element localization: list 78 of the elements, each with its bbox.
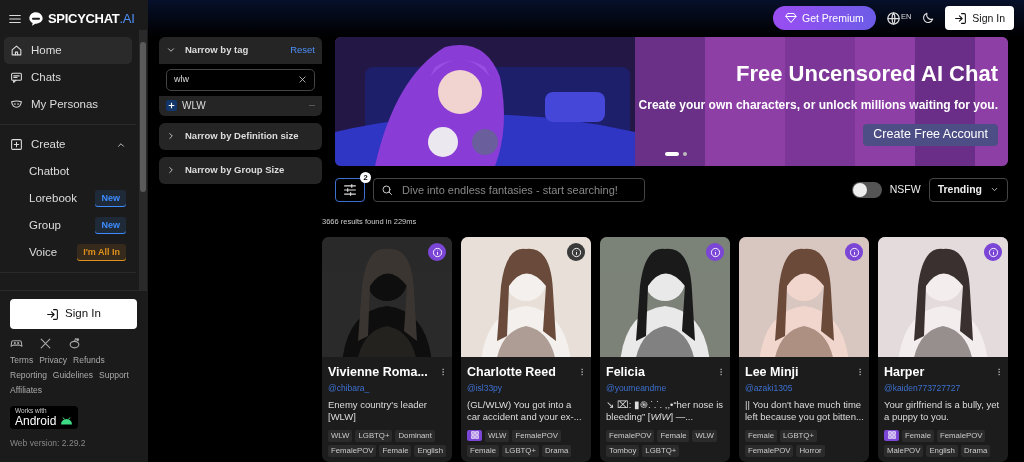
footer-link[interactable]: Refunds bbox=[73, 354, 105, 367]
chat-icon bbox=[10, 71, 23, 84]
character-name[interactable]: Lee Minji bbox=[745, 363, 799, 382]
create-account-button[interactable]: Create Free Account bbox=[863, 123, 998, 146]
character-description: (GL/WLW) You got into a car accident and your ex-... bbox=[467, 398, 583, 425]
logo-icon bbox=[28, 10, 44, 27]
nav-item[interactable]: Chats bbox=[4, 64, 132, 91]
get-premium-button[interactable]: Get Premium bbox=[773, 6, 876, 31]
mask-icon bbox=[10, 98, 23, 111]
sort-dropdown[interactable]: Trending bbox=[928, 177, 1008, 202]
nav-item[interactable]: Chatbot bbox=[29, 162, 70, 181]
nav-item[interactable]: Home bbox=[4, 37, 132, 64]
sign-in-button[interactable]: Sign In bbox=[945, 6, 1014, 31]
nav-item[interactable]: Group bbox=[29, 216, 61, 235]
filter-title[interactable]: Narrow by Group Size bbox=[185, 163, 285, 178]
game-controller-icon[interactable] bbox=[10, 337, 23, 350]
brand-logo[interactable]: SPICYCHAT.AI bbox=[48, 8, 135, 29]
character-name[interactable]: Charlotte Reed bbox=[467, 363, 556, 382]
author-handle[interactable]: @youmeandme bbox=[606, 381, 725, 395]
nav-group-toggle[interactable]: Create bbox=[4, 131, 132, 158]
footer-link[interactable]: Reporting bbox=[10, 368, 47, 382]
badge: New bbox=[95, 189, 126, 208]
android-icon bbox=[60, 416, 74, 426]
close-icon[interactable] bbox=[298, 75, 307, 85]
tag-search-field[interactable]: wlw bbox=[166, 68, 315, 91]
sign-in-icon bbox=[46, 307, 60, 321]
scrollbar[interactable] bbox=[139, 30, 147, 290]
character-name[interactable]: Harper bbox=[884, 363, 925, 382]
badge: New bbox=[95, 216, 126, 235]
nav-item[interactable]: Voice bbox=[29, 243, 58, 262]
filter-button[interactable] bbox=[335, 177, 365, 202]
reset-link[interactable]: Reset bbox=[290, 43, 315, 58]
character-name[interactable]: Vivienne Roma... bbox=[328, 363, 428, 382]
sign-in-icon bbox=[954, 11, 968, 25]
globe-icon[interactable] bbox=[885, 10, 901, 26]
nsfw-label: NSFW bbox=[889, 181, 921, 197]
diamond-icon bbox=[785, 12, 797, 25]
home-icon bbox=[10, 44, 23, 57]
nav-item[interactable]: My Personas bbox=[4, 91, 132, 118]
character-description: Enemy country's leader [WLW] bbox=[328, 398, 428, 425]
chevron-icon[interactable] bbox=[166, 165, 176, 176]
author-handle[interactable]: @chibara_ bbox=[328, 381, 447, 395]
plus-icon[interactable] bbox=[166, 100, 177, 112]
more-icon[interactable] bbox=[578, 366, 586, 379]
more-icon[interactable] bbox=[439, 366, 447, 379]
nsfw-toggle[interactable] bbox=[851, 181, 882, 198]
moon-icon[interactable] bbox=[921, 11, 936, 26]
author-handle[interactable]: @kaiden773727727 bbox=[884, 381, 1003, 395]
more-icon[interactable] bbox=[995, 366, 1003, 379]
sliders-icon bbox=[343, 183, 357, 196]
character-description: Your girlfriend is a bully, yet a puppy to you. bbox=[884, 398, 1001, 425]
sign-in-button[interactable]: Sign In bbox=[10, 299, 137, 329]
version-text: Web version: 2.29.2 bbox=[10, 436, 87, 450]
banner-subtitle: Create your own characters, or unlock millions waiting for you. bbox=[638, 96, 998, 114]
nav-item[interactable]: Lorebook bbox=[29, 189, 77, 208]
footer-link[interactable]: Terms bbox=[10, 354, 34, 367]
character-description: ↘ ⌧: ▮֍.˙.˙. ,,•“her nose is bleeding” [WlW] —... bbox=[606, 398, 725, 425]
carousel-dot[interactable] bbox=[683, 151, 687, 156]
footer-link[interactable]: Affiliates bbox=[10, 383, 42, 397]
character-description: || You don't have much time left because you got bitten... bbox=[745, 398, 864, 425]
footer-link[interactable]: Support bbox=[99, 368, 129, 382]
plus-icon bbox=[10, 138, 23, 151]
author-handle[interactable]: @azaki1305 bbox=[745, 381, 864, 395]
search-icon bbox=[381, 183, 393, 196]
more-icon[interactable] bbox=[717, 366, 725, 379]
badge: I'm All In bbox=[77, 243, 126, 262]
character-name[interactable]: Felicia bbox=[606, 363, 645, 382]
x-icon[interactable] bbox=[39, 337, 52, 350]
filter-title[interactable]: Narrow by tag bbox=[185, 43, 249, 58]
footer-link[interactable]: Privacy bbox=[39, 354, 67, 367]
filter-title[interactable]: Narrow by Definition size bbox=[185, 129, 299, 144]
more-icon[interactable] bbox=[856, 366, 864, 379]
footer-link[interactable]: Guidelines bbox=[52, 368, 94, 382]
tag-option[interactable]: WLW bbox=[159, 95, 322, 116]
chevron-icon[interactable] bbox=[166, 131, 176, 142]
author-handle[interactable]: @isl33py bbox=[467, 381, 586, 395]
search-field[interactable]: Dive into endless fantasies - start searching! bbox=[373, 177, 645, 202]
banner-title: Free Uncensored AI Chat bbox=[734, 59, 998, 88]
